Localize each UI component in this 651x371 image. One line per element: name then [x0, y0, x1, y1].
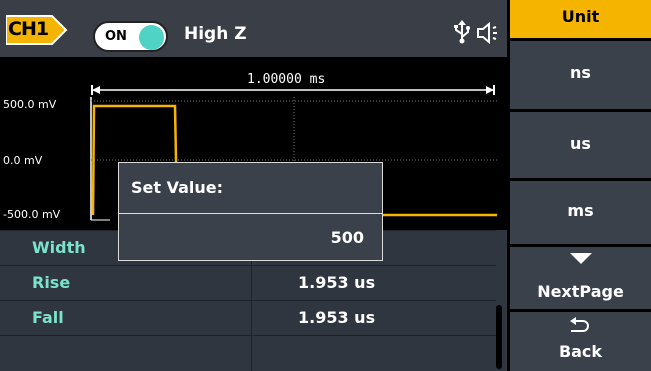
output-toggle[interactable]: ON — [93, 21, 168, 52]
param-row-fall[interactable]: Fall 1.953 us — [0, 300, 496, 336]
param-name: Width — [32, 238, 86, 257]
menu-title: Unit — [510, 0, 651, 38]
param-row-empty — [0, 335, 496, 371]
menu-item-label: us — [570, 134, 591, 153]
channel-label: CH1 — [8, 18, 49, 40]
param-name: Rise — [32, 273, 71, 292]
dialog-title: Set Value: — [131, 178, 224, 197]
speaker-icon — [477, 22, 497, 44]
usb-icon — [454, 20, 470, 44]
return-arrow-icon — [570, 317, 589, 332]
y-label-mid: 0.0 mV — [3, 154, 43, 167]
param-value: 1.953 us — [298, 273, 376, 292]
time-span-label: 1.00000 ms — [247, 72, 326, 87]
dialog-divider — [119, 213, 382, 214]
param-name: Fall — [32, 308, 64, 327]
menu-item-label: Back — [558, 342, 603, 361]
time-span-arrow-left — [92, 86, 100, 94]
set-value-dialog: Set Value: 500 — [118, 162, 383, 261]
toggle-knob — [139, 25, 164, 50]
output-toggle-label: ON — [105, 29, 127, 44]
param-row-rise[interactable]: Rise 1.953 us — [0, 265, 496, 301]
table-scrollbar[interactable] — [496, 305, 502, 369]
y-label-bottom: -500.0 mV — [3, 208, 61, 221]
next-page-button[interactable]: NextPage — [510, 247, 651, 309]
param-value: 1.953 us — [298, 308, 376, 327]
menu-item-label: ms — [567, 201, 594, 220]
load-impedance: High Z — [184, 24, 247, 44]
menu-item-label: NextPage — [537, 282, 624, 301]
unit-ms-button[interactable]: ms — [510, 181, 651, 244]
unit-ns-button[interactable]: ns — [510, 41, 651, 109]
y-label-top: 500.0 mV — [3, 98, 57, 111]
dialog-value-input[interactable]: 500 — [331, 228, 364, 247]
back-button[interactable]: Back — [510, 312, 651, 371]
softkey-menu: Unit ns us ms NextPage Back — [507, 0, 651, 371]
menu-item-label: ns — [570, 63, 591, 82]
time-span-arrow-right — [486, 86, 494, 94]
status-bar: CH1 ON High Z — [0, 0, 507, 57]
triangle-down-icon — [570, 253, 592, 264]
unit-us-button[interactable]: us — [510, 112, 651, 178]
